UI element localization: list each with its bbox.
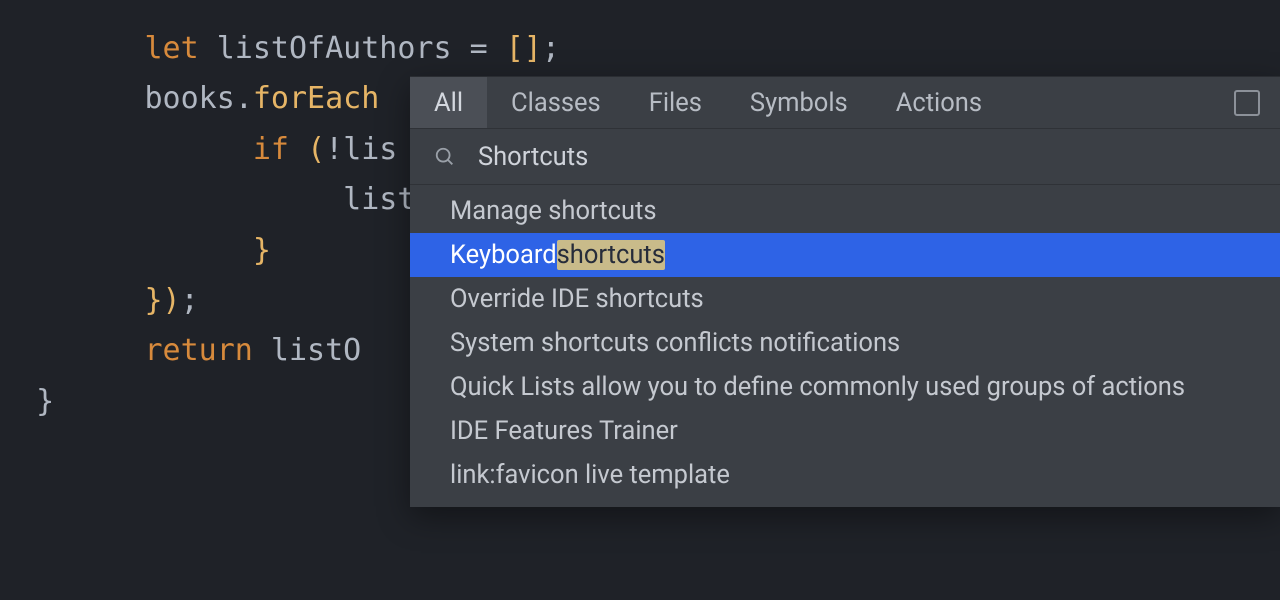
popup-tabs: AllClassesFilesSymbolsActions (410, 77, 1280, 129)
result-text: System shortcuts conflicts notifications (450, 328, 900, 358)
search-row: Shortcuts (410, 129, 1280, 185)
pin-checkbox[interactable] (1234, 90, 1260, 116)
result-item[interactable]: Quick Lists allow you to define commonly… (410, 365, 1280, 409)
code-line: let listOfAuthors = []; (0, 24, 1280, 74)
result-item[interactable]: Keyboard shortcuts (410, 233, 1280, 277)
result-text: Keyboard (450, 240, 557, 270)
search-icon (434, 146, 456, 168)
result-item[interactable]: Override IDE shortcuts (410, 277, 1280, 321)
tab-files[interactable]: Files (625, 77, 726, 128)
result-text: IDE Features Trainer (450, 416, 678, 446)
tab-all[interactable]: All (410, 77, 487, 128)
result-item[interactable]: link:favicon live template (410, 453, 1280, 497)
result-item[interactable]: IDE Features Trainer (410, 409, 1280, 453)
result-item[interactable]: System shortcuts conflicts notifications (410, 321, 1280, 365)
tab-symbols[interactable]: Symbols (726, 77, 872, 128)
result-text: Manage shortcuts (450, 196, 657, 226)
result-item[interactable]: Manage shortcuts (410, 189, 1280, 233)
tab-classes[interactable]: Classes (487, 77, 625, 128)
search-everywhere-popup: AllClassesFilesSymbolsActions Shortcuts … (410, 76, 1280, 507)
result-text: link:favicon live template (450, 460, 730, 490)
search-input[interactable]: Shortcuts (478, 142, 588, 172)
result-text: Override IDE shortcuts (450, 284, 704, 314)
result-text: Quick Lists allow you to define commonly… (450, 372, 1185, 402)
results-list: Manage shortcuts Keyboard shortcuts Overri… (410, 185, 1280, 507)
match-highlight: shortcuts (557, 240, 665, 270)
tab-actions[interactable]: Actions (872, 77, 1006, 128)
